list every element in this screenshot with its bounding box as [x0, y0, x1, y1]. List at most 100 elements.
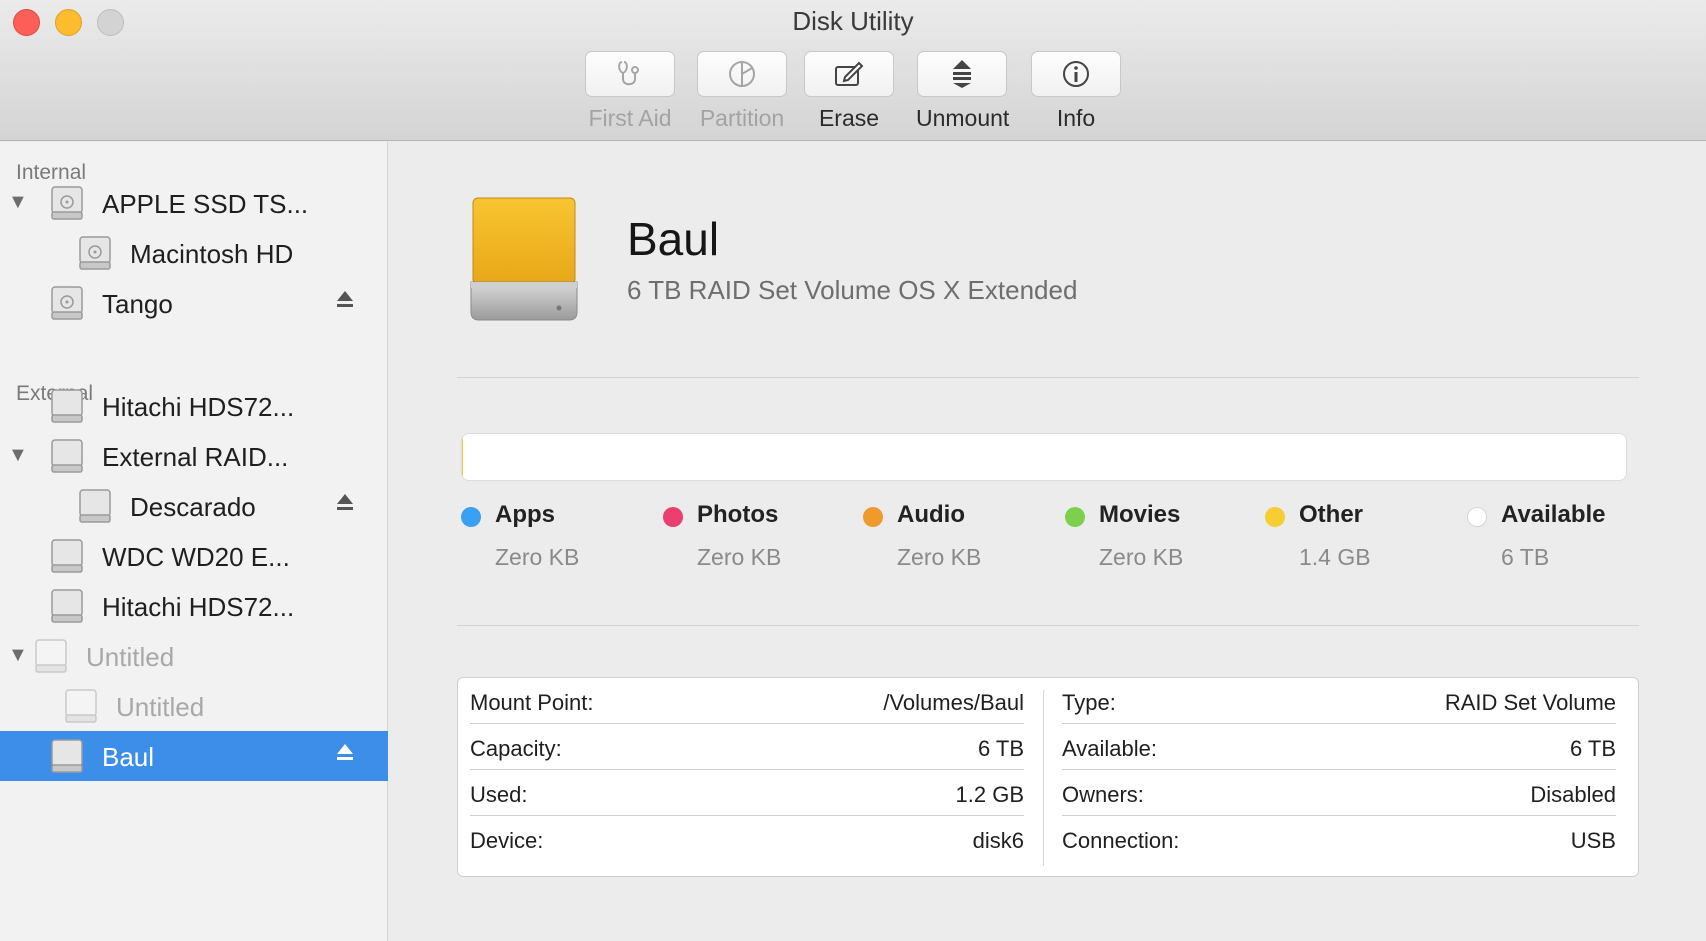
- info-value: USB: [1570, 828, 1616, 853]
- legend-label: Audio: [897, 501, 965, 528]
- internal-disk-icon: [50, 285, 84, 326]
- window-title: Disk Utility: [792, 6, 914, 36]
- info-key: Connection:: [1062, 828, 1180, 853]
- external-disk-icon: [50, 738, 84, 779]
- stethoscope-icon: [618, 61, 639, 86]
- eject-icon[interactable]: [336, 493, 354, 518]
- sidebar-item[interactable]: Descarado: [0, 481, 388, 531]
- external-disk-icon: [50, 388, 84, 429]
- external-disk-icon: [34, 638, 68, 679]
- erase-icon: [835, 61, 864, 86]
- first-aid-label: First Aid: [588, 105, 672, 131]
- unmount-button[interactable]: Unmount: [916, 51, 1010, 132]
- sidebar-item-label: WDC WD20 E...: [102, 542, 290, 572]
- legend-dot: [1265, 507, 1285, 527]
- info-value: 6 TB: [977, 736, 1024, 761]
- legend-dot: [1065, 507, 1085, 527]
- sidebar-item-label: Macintosh HD: [130, 239, 294, 269]
- sidebar-item[interactable]: Macintosh HD: [0, 228, 388, 278]
- legend-label: Photos: [697, 501, 779, 528]
- info-key: Type:: [1062, 690, 1116, 715]
- volume-description: 6 TB RAID Set Volume OS X Extended: [627, 275, 1078, 305]
- sidebar-item[interactable]: Untitled: [0, 681, 388, 731]
- sidebar-item[interactable]: Baul: [0, 731, 388, 781]
- legend-label: Apps: [495, 501, 555, 528]
- info-table: Mount Point: /Volumes/Baul Capacity: 6 TB Us…: [457, 677, 1639, 877]
- info-column-divider: [1043, 690, 1044, 866]
- external-disk-icon: [50, 438, 84, 479]
- info-value: 6 TB: [1569, 736, 1616, 761]
- sidebar-item-label: Tango: [102, 289, 173, 319]
- sidebar-item[interactable]: Tango: [0, 278, 388, 328]
- sidebar-item-label: External RAID...: [102, 442, 289, 472]
- legend-label: Movies: [1099, 501, 1181, 528]
- legend-value: Zero KB: [495, 544, 580, 570]
- unmount-label: Unmount: [916, 105, 1010, 131]
- info-key: Available:: [1062, 736, 1157, 761]
- info-value: Disabled: [1530, 782, 1616, 807]
- erase-label: Erase: [818, 105, 880, 131]
- info-key: Owners:: [1062, 782, 1144, 807]
- erase-button[interactable]: Erase: [803, 51, 895, 132]
- sidebar-item-label: APPLE SSD TS...: [102, 189, 309, 219]
- legend-value: Zero KB: [697, 544, 782, 570]
- sidebar-item-label: Descarado: [130, 492, 256, 522]
- title-bar: Disk Utility First Aid Partition Erase U…: [0, 0, 1706, 141]
- legend-dot: [663, 507, 683, 527]
- external-disk-icon: [50, 538, 84, 579]
- disclosure-triangle-icon[interactable]: ▼: [8, 444, 28, 467]
- info-row: Mount Point: /Volumes/Baul: [470, 678, 1024, 724]
- info-label: Info: [1056, 105, 1096, 131]
- internal-disk-icon: [50, 185, 84, 226]
- first-aid-button[interactable]: First Aid: [584, 51, 676, 132]
- info-key: Mount Point:: [470, 690, 594, 715]
- info-row: Connection: USB: [1062, 816, 1616, 862]
- legend-dot: [461, 507, 481, 527]
- info-value: disk6: [972, 828, 1024, 853]
- sidebar-item[interactable]: Hitachi HDS72...: [0, 581, 388, 631]
- info-key: Device:: [470, 828, 544, 853]
- sidebar-item[interactable]: WDC WD20 E...: [0, 531, 388, 581]
- legend-value: Zero KB: [897, 544, 982, 570]
- eject-icon[interactable]: [336, 290, 354, 315]
- divider: [457, 625, 1639, 626]
- legend-value: 6 TB: [1501, 544, 1550, 570]
- sidebar-item[interactable]: ▼ APPLE SSD TS...: [0, 178, 388, 228]
- sidebar-item[interactable]: ▼ Untitled: [0, 631, 388, 681]
- disclosure-triangle-icon[interactable]: ▼: [8, 644, 28, 667]
- sidebar-item[interactable]: ▼ External RAID...: [0, 431, 388, 481]
- info-icon: [1063, 61, 1089, 87]
- info-button[interactable]: Info: [1030, 51, 1122, 132]
- partition-button[interactable]: Partition: [696, 51, 788, 132]
- sidebar-item-label: Untitled: [116, 692, 205, 722]
- unmount-icon: [953, 60, 971, 88]
- divider: [457, 377, 1639, 378]
- legend-label: Other: [1299, 501, 1364, 528]
- info-row: Capacity: 6 TB: [470, 724, 1024, 770]
- sidebar-item-label: Baul: [102, 742, 155, 772]
- sidebar: Internal External ▼APPLE SSD TS...Macint…: [0, 142, 388, 941]
- sidebar-item-label: Hitachi HDS72...: [102, 392, 295, 422]
- info-row: Owners: Disabled: [1062, 770, 1616, 816]
- sidebar-item-label: Untitled: [86, 642, 175, 672]
- legend-dot: [1467, 507, 1487, 527]
- pie-icon: [729, 61, 755, 87]
- external-disk-icon: [64, 688, 98, 729]
- volume-icon: [470, 197, 578, 321]
- disclosure-triangle-icon[interactable]: ▼: [8, 191, 28, 214]
- partition-label: Partition: [699, 105, 785, 131]
- legend-dot: [863, 507, 883, 527]
- info-value: 1.2 GB: [955, 782, 1024, 807]
- info-row: Device: disk6: [470, 816, 1024, 862]
- external-disk-icon: [78, 488, 112, 529]
- sidebar-item-label: Hitachi HDS72...: [102, 592, 295, 622]
- usage-bar: [461, 433, 1627, 481]
- info-value: RAID Set Volume: [1444, 690, 1616, 715]
- volume-name: Baul: [627, 213, 720, 265]
- info-row: Available: 6 TB: [1062, 724, 1616, 770]
- info-row: Used: 1.2 GB: [470, 770, 1024, 816]
- eject-icon[interactable]: [336, 743, 354, 768]
- internal-disk-icon: [78, 235, 112, 276]
- sidebar-item[interactable]: Hitachi HDS72...: [0, 381, 388, 431]
- legend-label: Available: [1501, 501, 1606, 528]
